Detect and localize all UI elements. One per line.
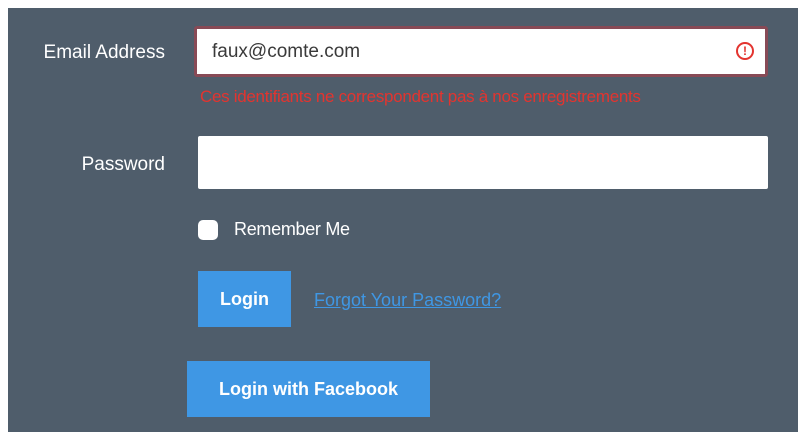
email-error-message: Ces identifiants ne correspondent pas à … bbox=[200, 87, 641, 106]
login-button[interactable]: Login bbox=[198, 271, 291, 327]
email-field[interactable]: faux@comte.com ! bbox=[194, 26, 768, 77]
remember-me-checkbox[interactable] bbox=[198, 220, 218, 240]
remember-me-label[interactable]: Remember Me bbox=[234, 219, 350, 240]
forgot-password-link[interactable]: Forgot Your Password? bbox=[314, 290, 501, 311]
email-field-value: faux@comte.com bbox=[212, 41, 361, 62]
email-label: Email Address bbox=[43, 42, 165, 63]
error-circle-icon: ! bbox=[736, 42, 754, 60]
login-with-facebook-button[interactable]: Login with Facebook bbox=[187, 361, 430, 417]
password-field[interactable] bbox=[198, 136, 768, 189]
login-form-panel: Email Address faux@comte.com ! Ces ident… bbox=[8, 8, 798, 432]
password-label: Password bbox=[81, 154, 165, 175]
